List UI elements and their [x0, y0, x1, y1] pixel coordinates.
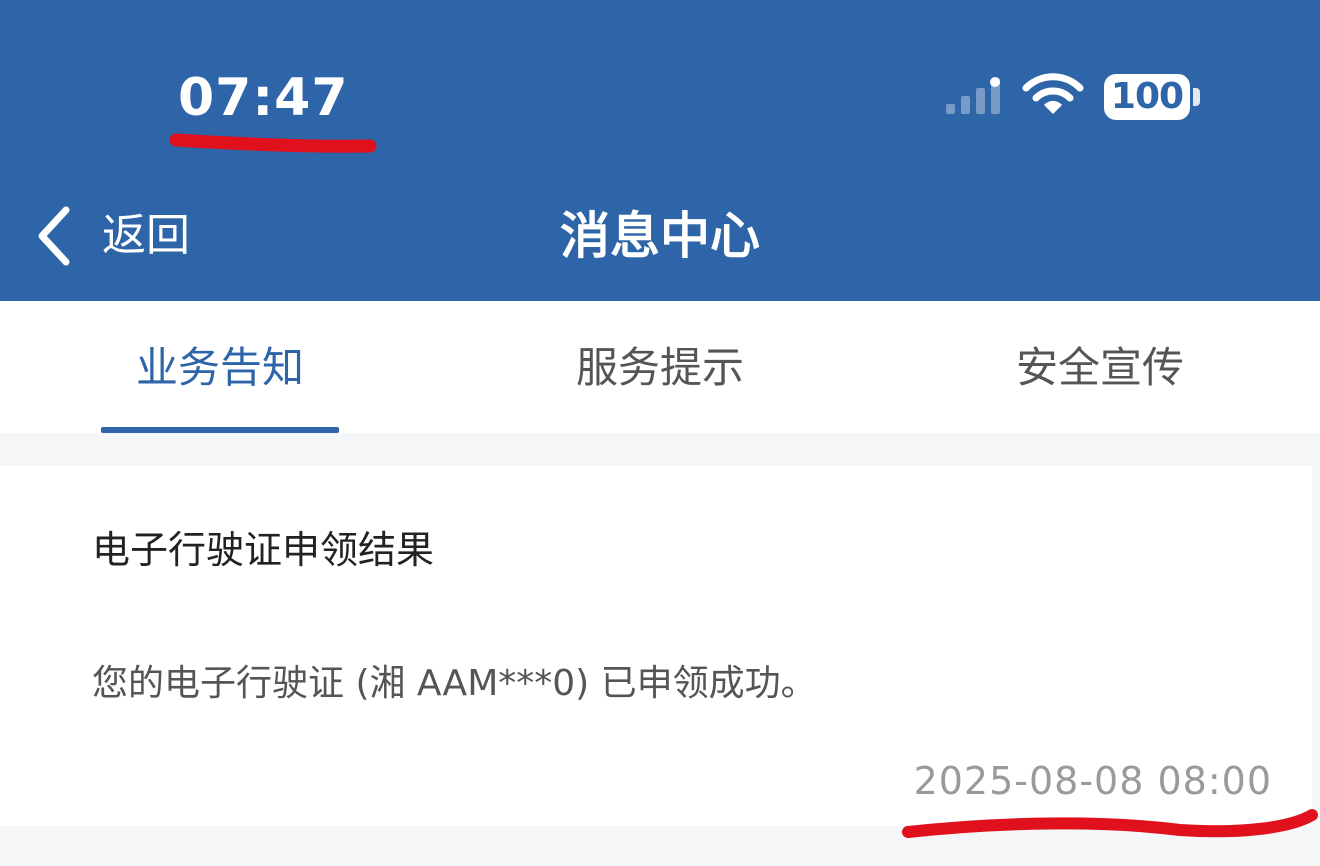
signal-icon	[946, 77, 1000, 114]
tab-bar: 业务告知 服务提示 安全宣传	[0, 301, 1320, 433]
message-title: 电子行驶证申领结果	[92, 528, 435, 572]
header-bar: 07:47 100 返回 消息中心	[0, 0, 1320, 301]
battery-cap	[1193, 88, 1200, 106]
message-card[interactable]: 电子行驶证申领结果 您的电子行驶证 (湘 AAM***0) 已申领成功。 202…	[0, 466, 1312, 826]
message-timestamp: 2025-08-08 08:00	[913, 759, 1272, 803]
tab-service-tips[interactable]: 服务提示	[540, 301, 780, 433]
status-time: 07:47	[178, 68, 349, 128]
battery-icon: 100	[1104, 74, 1190, 120]
active-tab-indicator	[101, 427, 339, 433]
page-title: 消息中心	[560, 207, 760, 265]
tab-business-notice[interactable]: 业务告知	[100, 301, 340, 433]
wifi-icon	[1022, 73, 1084, 114]
tab-safety-promotion[interactable]: 安全宣传	[980, 301, 1220, 433]
message-body: 您的电子行驶证 (湘 AAM***0) 已申领成功。	[92, 663, 817, 704]
message-center-screen: 07:47 100 返回 消息中心 业务告知 服务提示 安全宣传 电子行驶证申领…	[0, 0, 1320, 866]
